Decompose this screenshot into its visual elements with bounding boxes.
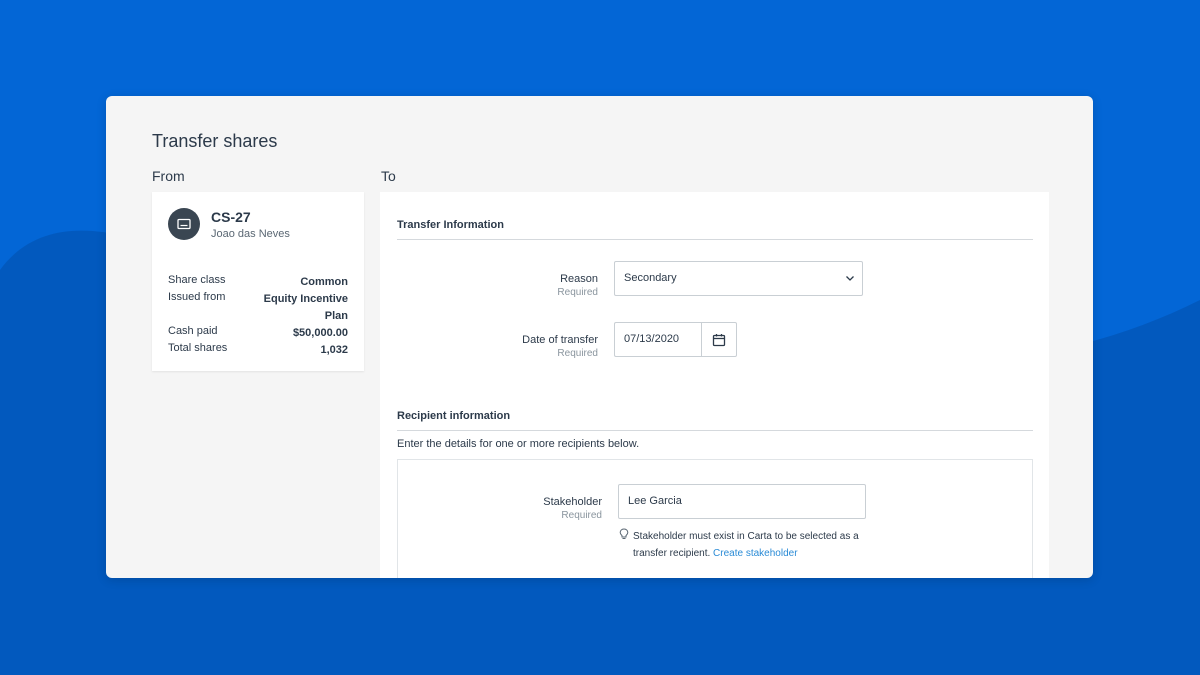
section-divider <box>397 239 1033 240</box>
calendar-button[interactable] <box>701 322 737 357</box>
detail-value: $50,000.00 <box>292 327 348 339</box>
reason-select-value: Secondary <box>624 272 677 284</box>
to-label: To <box>381 168 396 184</box>
reason-select[interactable]: Secondary <box>614 261 863 296</box>
detail-label: Issued from <box>168 291 226 303</box>
stakeholder-input[interactable]: Lee Garcia <box>618 484 866 519</box>
detail-label: Share class <box>168 274 226 286</box>
date-required: Required <box>557 348 598 359</box>
page-title: Transfer shares <box>152 131 278 151</box>
detail-label: Total shares <box>168 342 228 354</box>
detail-label: Cash paid <box>168 325 218 337</box>
certificate-holder: Joao das Neves <box>211 228 290 240</box>
detail-value: 1,032 <box>320 344 348 356</box>
date-of-transfer-input[interactable]: 07/13/2020 <box>614 322 701 357</box>
reason-required: Required <box>557 287 598 298</box>
date-label: Date of transfer <box>522 334 598 346</box>
calendar-icon <box>712 333 726 346</box>
stakeholder-label: Stakeholder <box>543 496 602 508</box>
detail-value: Equity Incentive Plan <box>263 293 348 322</box>
create-stakeholder-link[interactable]: Create stakeholder <box>713 548 798 559</box>
section-divider <box>397 430 1033 431</box>
certificate-icon <box>168 208 200 240</box>
to-panel: Transfer Information Reason Required Sec… <box>380 192 1049 578</box>
date-value: 07/13/2020 <box>624 333 680 345</box>
from-label: From <box>152 168 185 184</box>
stakeholder-hint: Stakeholder must exist in Carta to be se… <box>633 528 873 562</box>
recipient-help-text: Enter the details for one or more recipi… <box>397 438 640 450</box>
stakeholder-required: Required <box>561 510 602 521</box>
reason-label: Reason <box>560 273 598 285</box>
certificate-id[interactable]: CS-27 <box>211 209 251 225</box>
chevron-down-icon <box>846 276 854 281</box>
recipient-entry: Stakeholder Required Lee Garcia Stakehol… <box>397 459 1033 578</box>
from-certificate-card: CS-27 Joao das Neves Share class Common … <box>152 192 364 371</box>
stakeholder-value: Lee Garcia <box>628 495 682 507</box>
transfer-info-title: Transfer Information <box>397 219 504 231</box>
recipient-info-title: Recipient information <box>397 410 511 422</box>
transfer-shares-card: Transfer shares From To CS-27 Joao das N… <box>106 96 1093 578</box>
lightbulb-icon <box>619 528 629 539</box>
detail-value: Common <box>300 276 348 288</box>
